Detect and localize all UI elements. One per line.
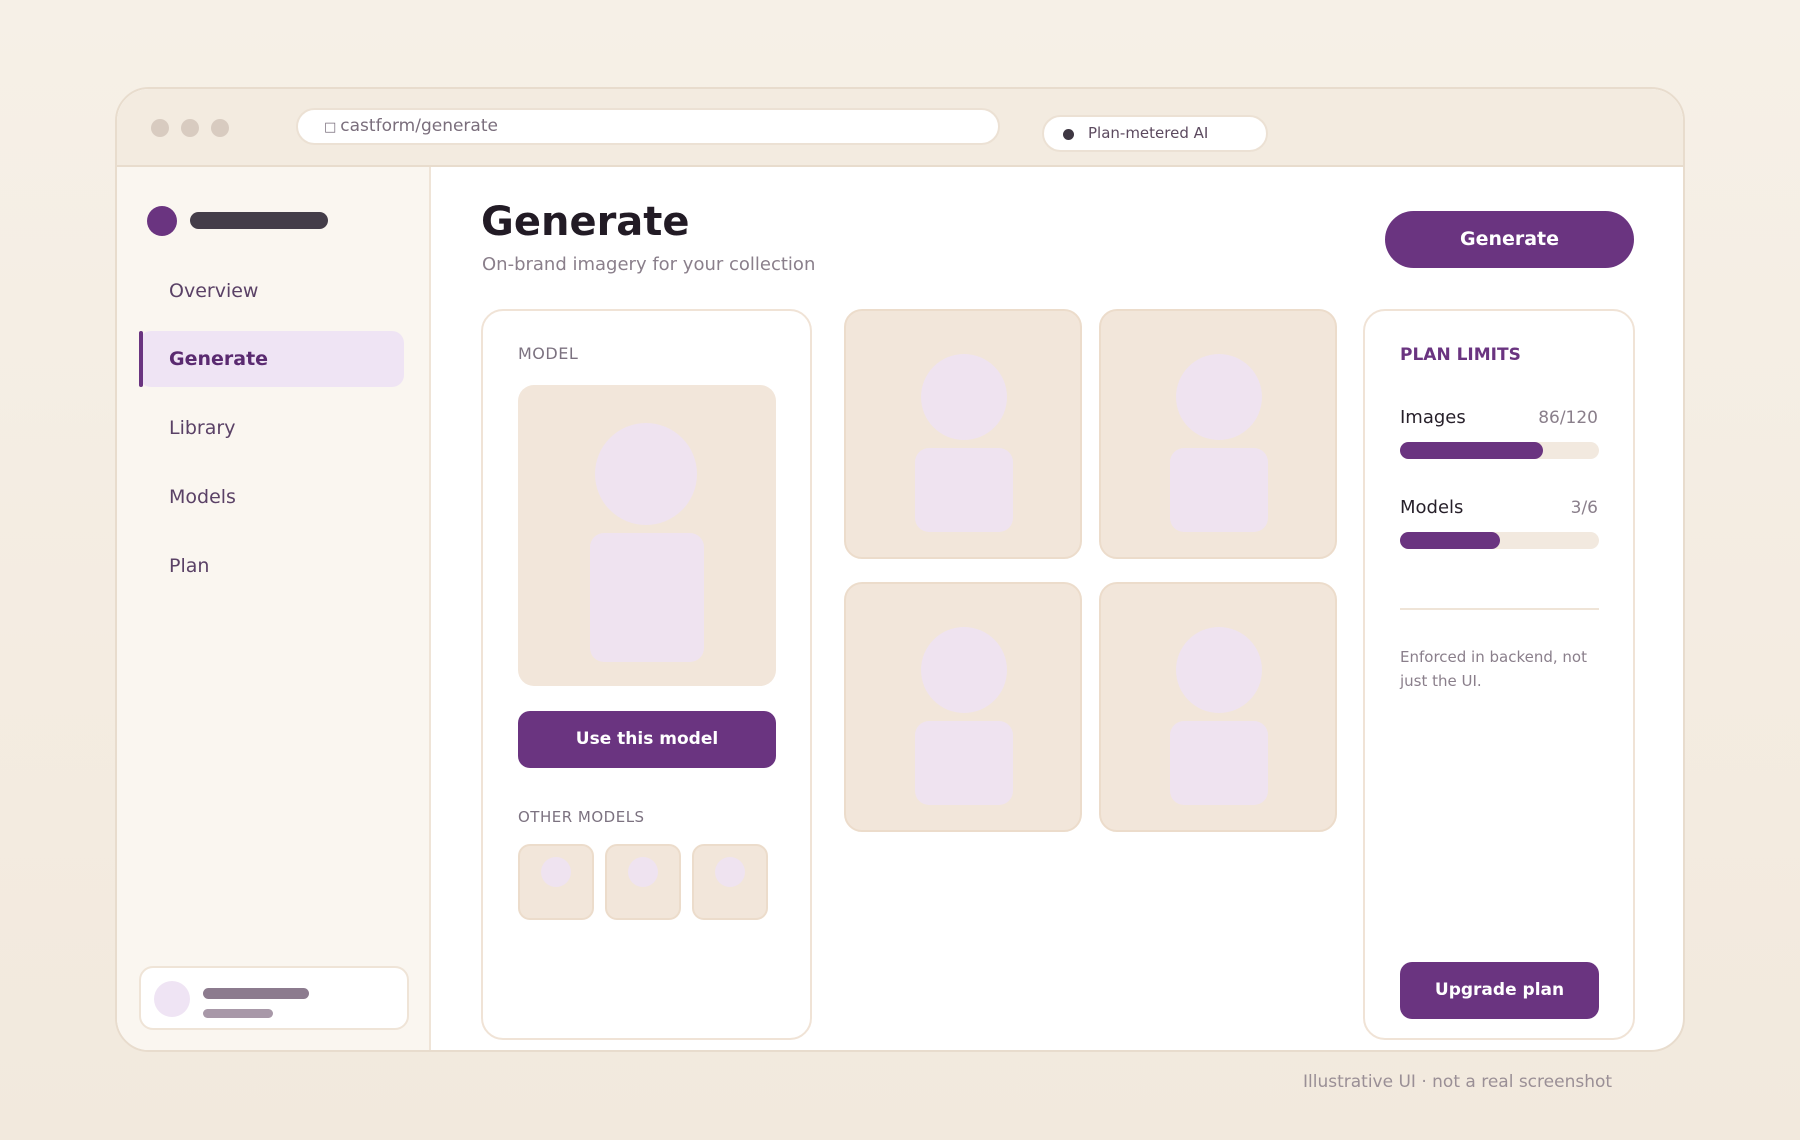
divider bbox=[1400, 608, 1599, 610]
status-dot-icon bbox=[1063, 129, 1074, 140]
person-body-icon bbox=[915, 721, 1013, 805]
sidebar: Overview Generate Library Models Plan bbox=[117, 167, 431, 1050]
plan-limits-panel: PLAN LIMITS Images 86/120 Models 3/6 Enf… bbox=[1363, 309, 1635, 1040]
generated-image-tile[interactable] bbox=[1099, 582, 1337, 832]
browser-window: □ castform/generate Plan-metered AI Overv… bbox=[115, 87, 1685, 1052]
upgrade-plan-button[interactable]: Upgrade plan bbox=[1400, 962, 1599, 1019]
limit-models-value: 3/6 bbox=[1570, 498, 1598, 518]
sidebar-item-library[interactable]: Library bbox=[139, 400, 404, 456]
use-model-button[interactable]: Use this model bbox=[518, 711, 776, 768]
enforcement-note: Enforced in backend, not just the UI. bbox=[1400, 648, 1587, 690]
user-role-placeholder bbox=[203, 1009, 273, 1018]
brand-name-placeholder bbox=[190, 212, 328, 229]
user-name-placeholder bbox=[203, 988, 309, 999]
sidebar-item-label: Generate bbox=[169, 348, 269, 370]
page-title: Generate bbox=[481, 199, 690, 245]
lock-icon: □ bbox=[324, 120, 337, 135]
generated-image-tile[interactable] bbox=[844, 309, 1082, 559]
user-card[interactable] bbox=[139, 966, 409, 1030]
model-preview-image bbox=[518, 385, 776, 686]
limit-images-value: 86/120 bbox=[1538, 408, 1598, 428]
model-label: MODEL bbox=[518, 344, 579, 363]
generated-image-tile[interactable] bbox=[1099, 309, 1337, 559]
limit-models-fill bbox=[1400, 532, 1500, 549]
other-models-label: OTHER MODELS bbox=[518, 808, 645, 826]
sidebar-item-label: Overview bbox=[169, 280, 259, 302]
close-dot[interactable] bbox=[151, 119, 169, 137]
model-panel: MODEL Use this model OTHER MODELS bbox=[481, 309, 812, 1040]
sidebar-item-label: Models bbox=[169, 486, 236, 508]
avatar bbox=[154, 981, 190, 1017]
footer-disclaimer: Illustrative UI · not a real screenshot bbox=[1303, 1072, 1613, 1092]
person-icon bbox=[628, 857, 658, 887]
sidebar-item-plan[interactable]: Plan bbox=[139, 538, 404, 594]
generated-image-tile[interactable] bbox=[844, 582, 1082, 832]
limit-images-fill bbox=[1400, 442, 1543, 459]
page-subtitle: On-brand imagery for your collection bbox=[482, 254, 816, 275]
sidebar-item-overview[interactable]: Overview bbox=[139, 263, 404, 319]
limit-images-bar bbox=[1400, 442, 1599, 459]
limit-models-bar bbox=[1400, 532, 1599, 549]
other-model-thumb[interactable] bbox=[518, 844, 594, 920]
person-head-icon bbox=[1176, 354, 1262, 440]
sidebar-item-generate[interactable]: Generate bbox=[139, 331, 404, 387]
person-head-icon bbox=[595, 423, 697, 525]
status-pill-label: Plan-metered AI bbox=[1088, 124, 1209, 142]
sidebar-item-label: Library bbox=[169, 417, 236, 439]
person-body-icon bbox=[590, 533, 704, 662]
limit-models-label: Models bbox=[1400, 497, 1464, 518]
address-bar[interactable]: □ castform/generate bbox=[296, 108, 1000, 145]
status-pill: Plan-metered AI bbox=[1042, 115, 1268, 152]
plan-limits-title: PLAN LIMITS bbox=[1400, 345, 1521, 365]
minimize-dot[interactable] bbox=[181, 119, 199, 137]
person-body-icon bbox=[1170, 721, 1268, 805]
titlebar: □ castform/generate Plan-metered AI bbox=[117, 89, 1683, 167]
url-text: castform/generate bbox=[340, 116, 498, 136]
person-icon bbox=[715, 857, 745, 887]
sidebar-item-label: Plan bbox=[169, 555, 210, 577]
other-model-thumb[interactable] bbox=[692, 844, 768, 920]
limit-images-label: Images bbox=[1400, 407, 1466, 428]
brand-logo bbox=[147, 206, 177, 236]
person-body-icon bbox=[1170, 448, 1268, 532]
person-head-icon bbox=[921, 354, 1007, 440]
person-head-icon bbox=[1176, 627, 1262, 713]
person-icon bbox=[541, 857, 571, 887]
generate-button[interactable]: Generate bbox=[1385, 211, 1634, 268]
person-body-icon bbox=[915, 448, 1013, 532]
other-model-thumb[interactable] bbox=[605, 844, 681, 920]
person-head-icon bbox=[921, 627, 1007, 713]
sidebar-item-models[interactable]: Models bbox=[139, 469, 404, 525]
maximize-dot[interactable] bbox=[211, 119, 229, 137]
